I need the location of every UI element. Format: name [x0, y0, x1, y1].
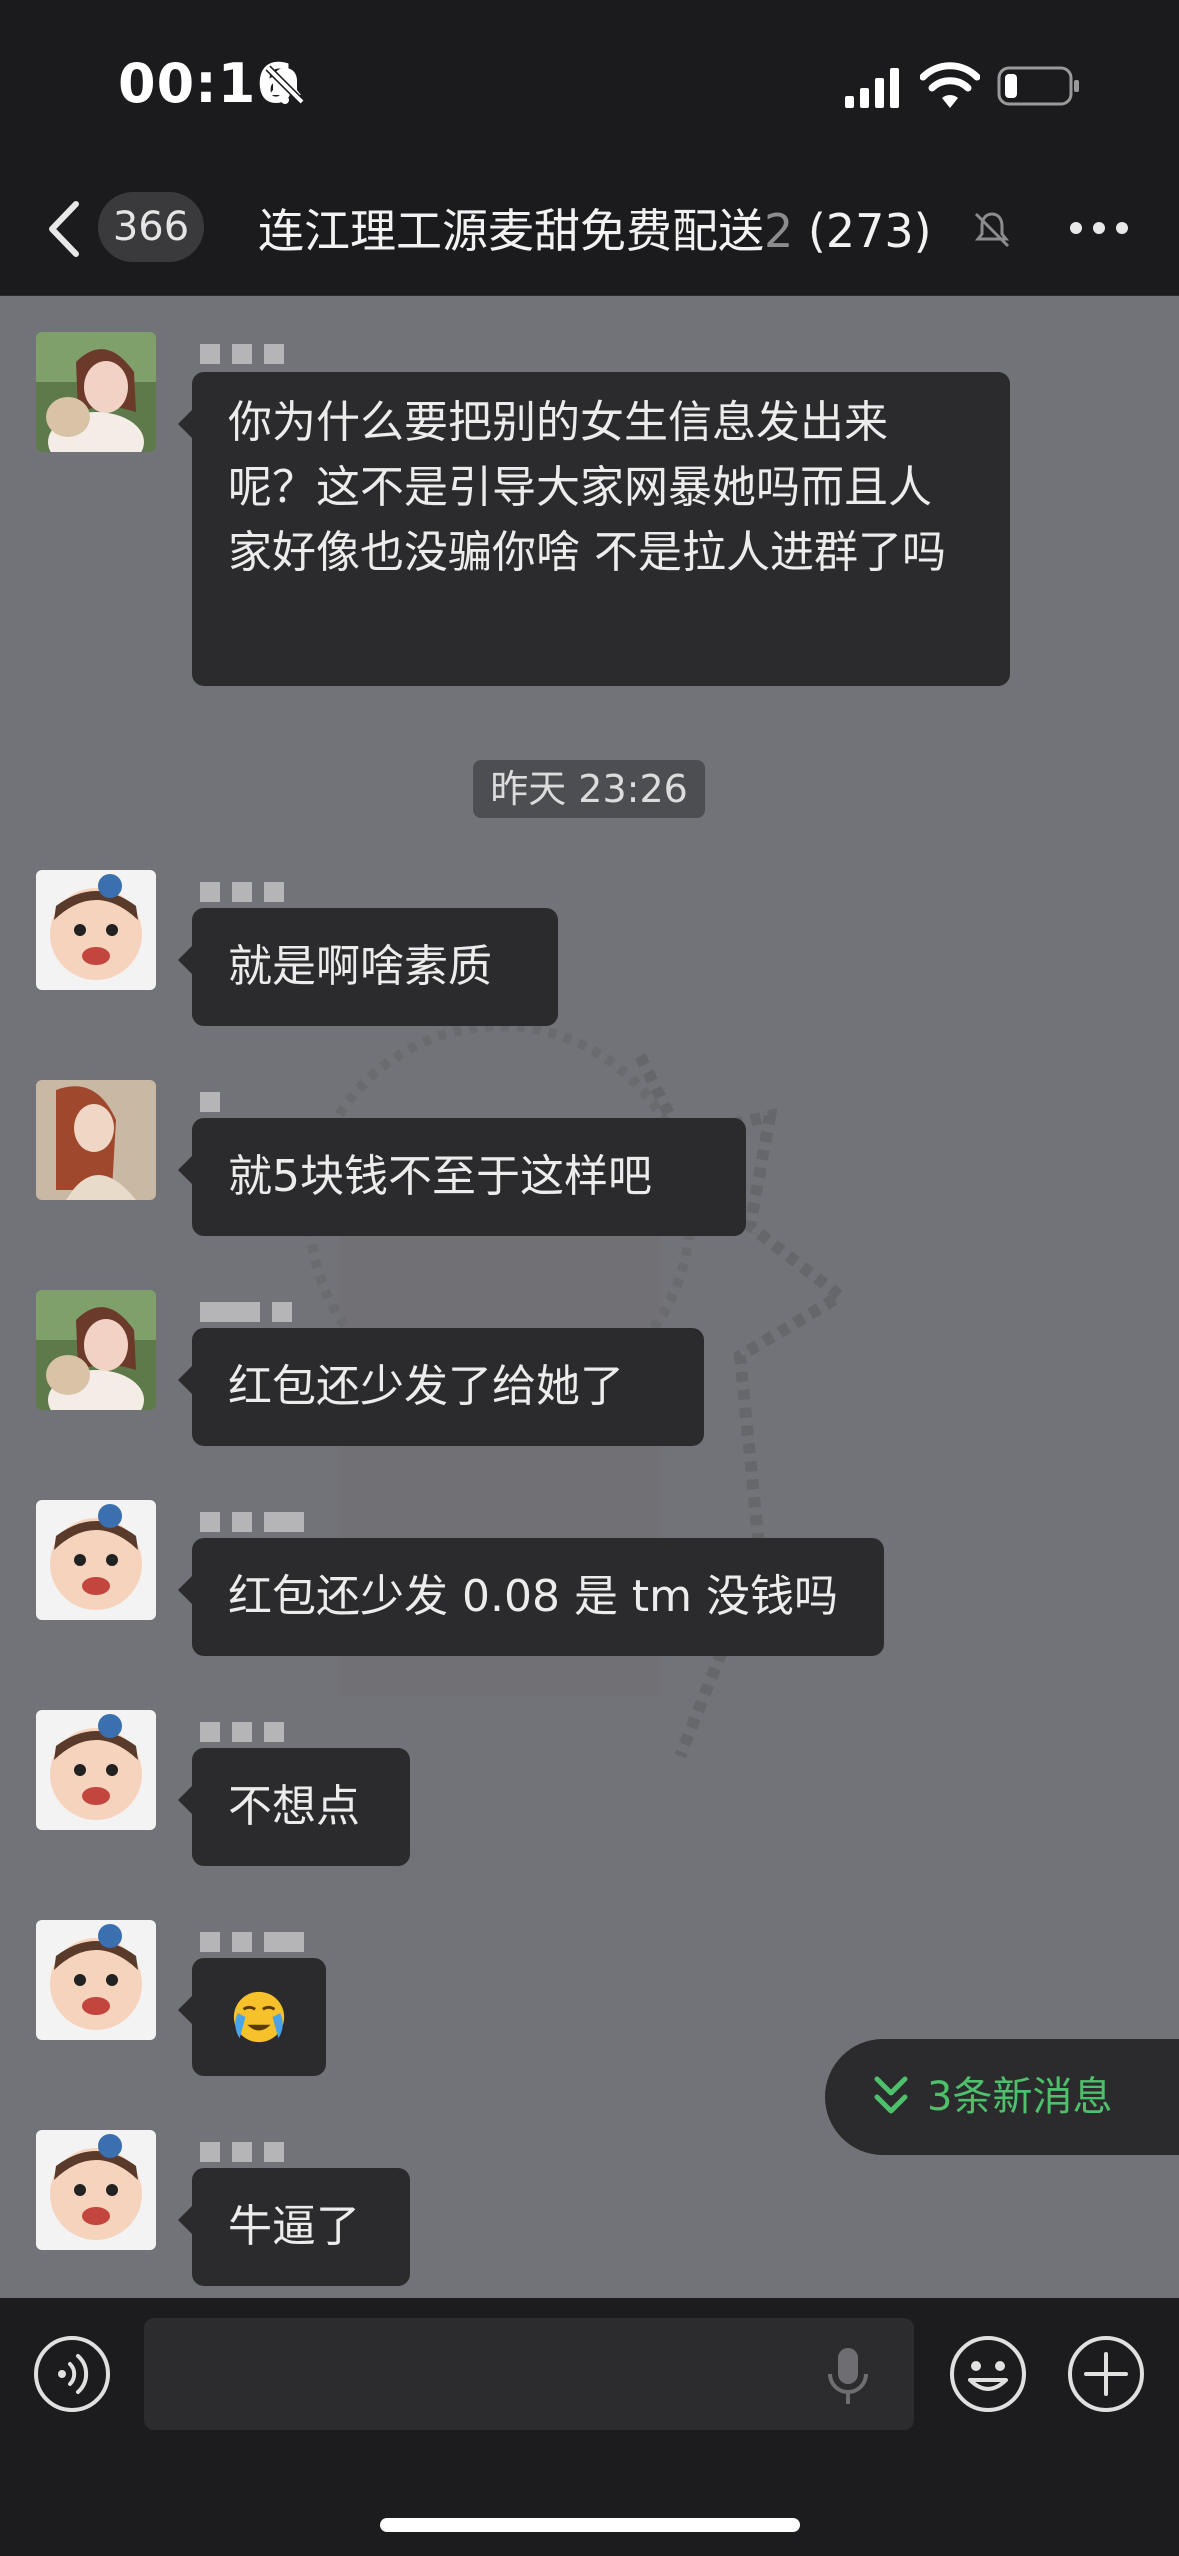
emoji-icon[interactable]: [948, 2334, 1028, 2414]
voice-input-icon[interactable]: [32, 2334, 112, 2414]
battery-icon: [997, 66, 1079, 106]
message-bubble[interactable]: 红包还少发了给她了: [178, 1328, 704, 1446]
message-bubble[interactable]: 牛逼了: [178, 2168, 410, 2286]
more-options-icon[interactable]: [1068, 218, 1130, 238]
group-name: 连江理工源麦甜免费配送: [258, 204, 764, 258]
back-chevron-icon[interactable]: [44, 198, 84, 260]
message-bubble[interactable]: 就5块钱不至于这样吧: [178, 1118, 746, 1236]
group-name-truncated: 2: [764, 204, 794, 258]
sender-name-redacted: [200, 2142, 284, 2164]
sender-name-redacted: [200, 1722, 284, 1744]
message-input-bar: [0, 2298, 1179, 2556]
sender-name-redacted: [200, 1302, 292, 1324]
sender-avatar[interactable]: [36, 332, 156, 452]
message-bubble[interactable]: 红包还少发 0.08 是 tm 没钱吗: [178, 1538, 884, 1656]
message-bubble[interactable]: 就是啊啥素质: [178, 908, 558, 1026]
time-divider: 昨天 23:26: [473, 760, 705, 818]
unread-count-badge[interactable]: 366: [98, 192, 204, 262]
new-messages-button[interactable]: 3条新消息: [825, 2039, 1179, 2155]
double-chevron-down-icon: [874, 2076, 908, 2114]
message-bubble[interactable]: 不想点: [178, 1748, 410, 1866]
member-count: (273): [807, 204, 932, 258]
sender-avatar[interactable]: [36, 1920, 156, 2040]
plus-icon[interactable]: [1066, 2334, 1146, 2414]
sender-name-redacted: [200, 1092, 220, 1114]
home-indicator: [380, 2518, 800, 2532]
sender-avatar[interactable]: [36, 870, 156, 990]
sender-name-redacted: [200, 1512, 304, 1534]
cellular-signal-icon: [845, 68, 899, 108]
sender-avatar[interactable]: [36, 1500, 156, 1620]
sender-name-redacted: [200, 344, 284, 366]
message-bubble-emoji[interactable]: [178, 1958, 326, 2076]
chat-header: 366 连江理工源麦甜免费配送2 (273): [0, 170, 1179, 296]
message-bubble[interactable]: 你为什么要把别的女生信息发出来呢？这不是引导大家网暴她吗而且人家好像也没骗你啥 …: [178, 372, 1010, 686]
chat-title[interactable]: 连江理工源麦甜免费配送2 (273): [258, 196, 958, 266]
wifi-icon: [920, 62, 980, 108]
silent-mode-icon: [265, 65, 305, 105]
crying-face-emoji-icon: [233, 1991, 285, 2043]
message-input[interactable]: [144, 2318, 914, 2430]
sender-avatar[interactable]: [36, 1710, 156, 1830]
sender-avatar[interactable]: [36, 1290, 156, 1410]
sender-name-redacted: [200, 882, 284, 904]
status-bar: 00:16: [0, 0, 1179, 170]
sender-name-redacted: [200, 1932, 304, 1954]
sender-avatar[interactable]: [36, 1080, 156, 1200]
sender-avatar[interactable]: [36, 2130, 156, 2250]
message-list[interactable]: 你为什么要把别的女生信息发出来呢？这不是引导大家网暴她吗而且人家好像也没骗你啥 …: [0, 296, 1179, 2298]
microphone-icon[interactable]: [820, 2344, 876, 2408]
muted-bell-icon: [974, 212, 1010, 248]
new-messages-label: 3条新消息: [927, 2074, 1113, 2120]
